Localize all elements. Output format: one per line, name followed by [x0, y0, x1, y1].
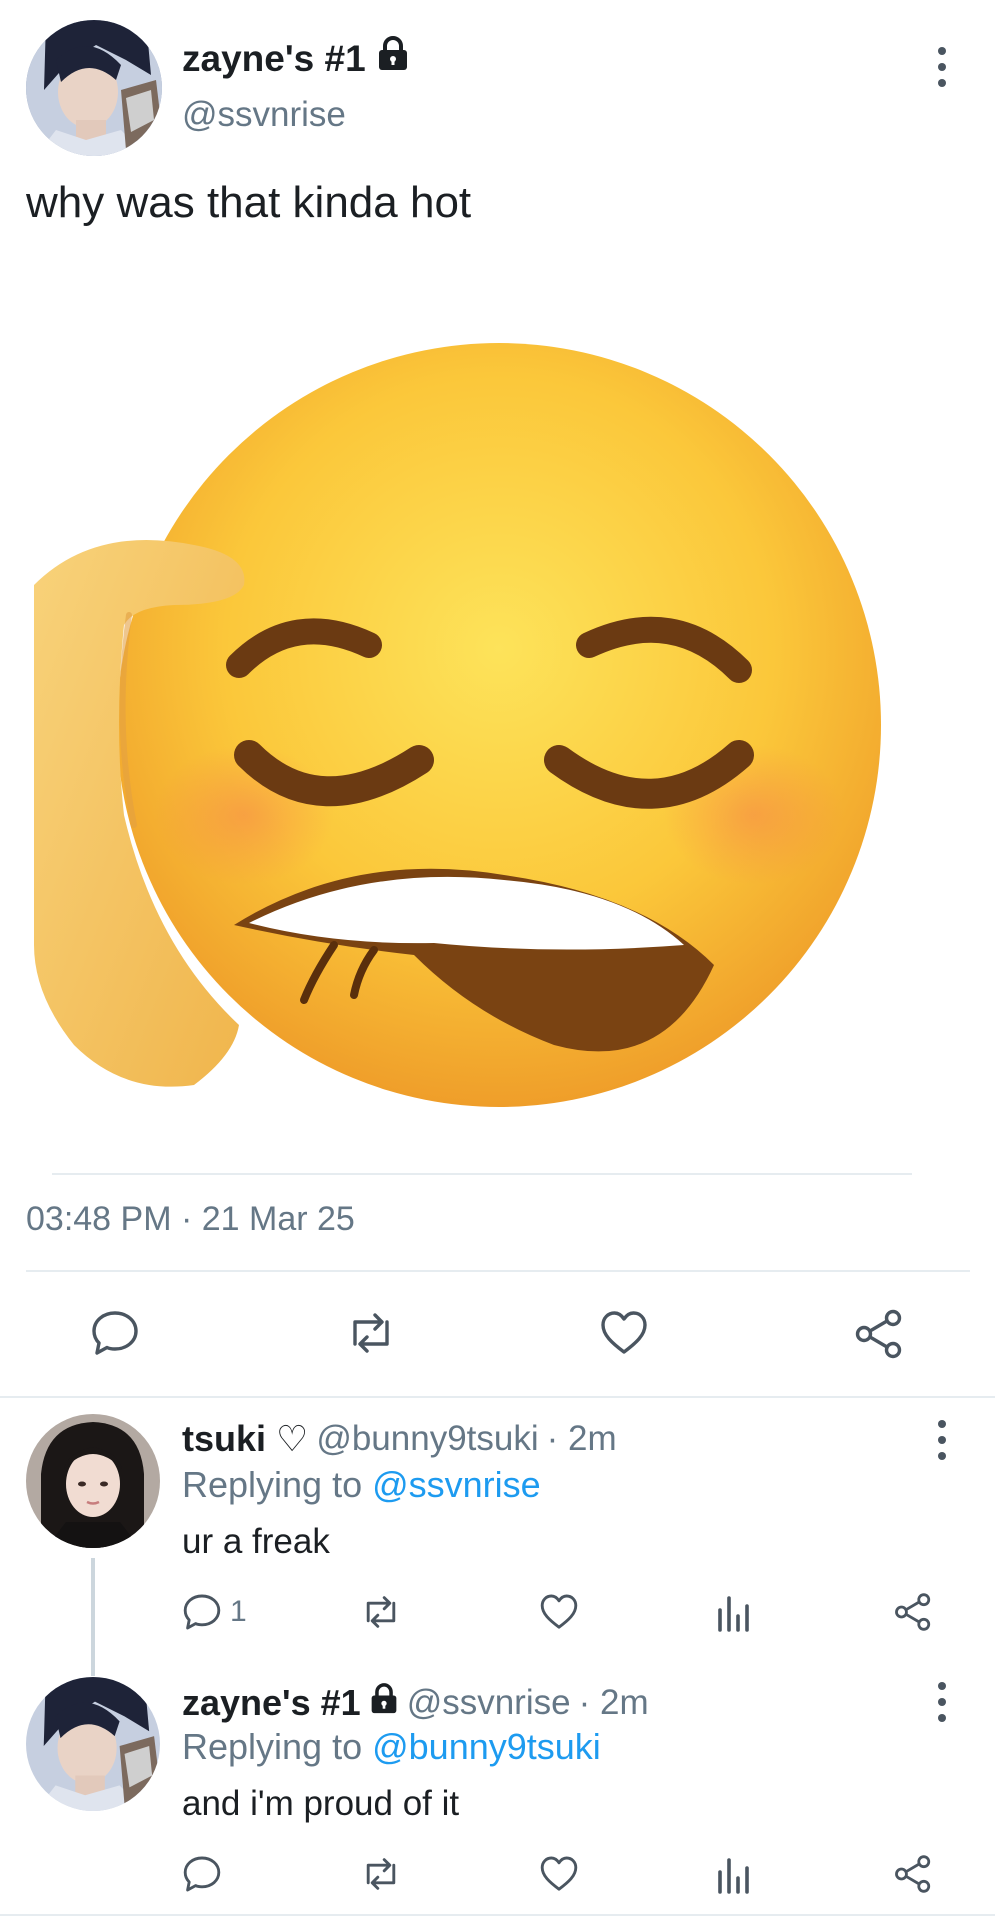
reply-text: ur a freak: [182, 1522, 330, 1561]
timestamp-divider: [26, 1270, 970, 1272]
tweet-bottom-divider: [0, 1396, 995, 1398]
share-button[interactable]: [852, 1308, 906, 1360]
replying-mention-link[interactable]: @ssvnrise: [372, 1464, 541, 1505]
reply-button[interactable]: [90, 1308, 140, 1358]
retweet-button[interactable]: [358, 1854, 404, 1894]
reply-handle[interactable]: @bunny9tsuki: [316, 1419, 538, 1459]
share-icon: [892, 1592, 934, 1632]
like-button[interactable]: [538, 1592, 580, 1632]
reply-icon: [182, 1854, 222, 1894]
replying-to-line: Replying to @bunny9tsuki: [182, 1726, 601, 1768]
media-bottom-divider: [52, 1173, 912, 1175]
author-avatar[interactable]: [26, 20, 162, 156]
heart-icon: [598, 1308, 650, 1358]
retweet-icon: [358, 1592, 404, 1632]
author-display-name[interactable]: zayne's #1: [182, 36, 410, 81]
reply-display-name[interactable]: zayne's #1: [182, 1682, 361, 1724]
reply-time: · 2m: [578, 1683, 649, 1722]
analytics-button[interactable]: [716, 1592, 752, 1632]
reply-more-options-icon[interactable]: [932, 1420, 952, 1460]
like-button[interactable]: [538, 1854, 580, 1894]
reply-count: 1: [230, 1595, 247, 1628]
reply-time: · 2m: [546, 1419, 617, 1458]
replying-mention-link[interactable]: @bunny9tsuki: [372, 1726, 601, 1767]
replying-prefix: Replying to: [182, 1726, 373, 1767]
reply-handle[interactable]: @ssvnrise: [407, 1683, 571, 1723]
author-name-text: zayne's #1: [182, 37, 366, 79]
reply-icon: [90, 1308, 140, 1358]
reply-text: and i'm proud of it: [182, 1784, 460, 1823]
author-handle[interactable]: @ssvnrise: [182, 95, 346, 135]
like-button[interactable]: [598, 1308, 650, 1358]
retweet-button[interactable]: [343, 1308, 399, 1358]
retweet-button[interactable]: [358, 1592, 404, 1632]
lock-icon: [369, 1682, 399, 1724]
reply-header: zayne's #1 @ssvnrise · 2m: [182, 1682, 649, 1724]
reply-more-options-icon[interactable]: [932, 1682, 952, 1722]
thread-connector-line: [91, 1558, 95, 1676]
tweet-text: why was that kinda hot: [26, 178, 472, 227]
replying-to-line: Replying to @ssvnrise: [182, 1464, 541, 1506]
reply-button[interactable]: [182, 1854, 230, 1894]
lock-icon: [376, 36, 410, 81]
reply-display-name[interactable]: tsuki ♡: [182, 1418, 308, 1460]
more-options-icon[interactable]: [932, 47, 952, 87]
reply-header: tsuki ♡ @bunny9tsuki · 2m: [182, 1418, 617, 1460]
heart-icon: [538, 1592, 580, 1632]
replying-prefix: Replying to: [182, 1464, 373, 1505]
tweet-media-image[interactable]: [34, 255, 914, 1165]
heart-icon: [538, 1854, 580, 1894]
analytics-icon: [716, 1592, 752, 1632]
share-icon: [852, 1308, 906, 1360]
tweet-timestamp: 03:48 PM · 21 Mar 25: [26, 1200, 355, 1238]
analytics-icon: [716, 1854, 752, 1894]
share-icon: [892, 1854, 934, 1894]
bottom-divider: [0, 1914, 995, 1916]
reply-button[interactable]: 1: [182, 1592, 247, 1632]
analytics-button[interactable]: [716, 1854, 752, 1894]
share-button[interactable]: [892, 1854, 934, 1894]
reply-icon: [182, 1592, 222, 1632]
reply-avatar[interactable]: [26, 1677, 160, 1811]
reply-avatar[interactable]: [26, 1414, 160, 1548]
retweet-icon: [358, 1854, 404, 1894]
retweet-icon: [343, 1308, 399, 1358]
share-button[interactable]: [892, 1592, 934, 1632]
